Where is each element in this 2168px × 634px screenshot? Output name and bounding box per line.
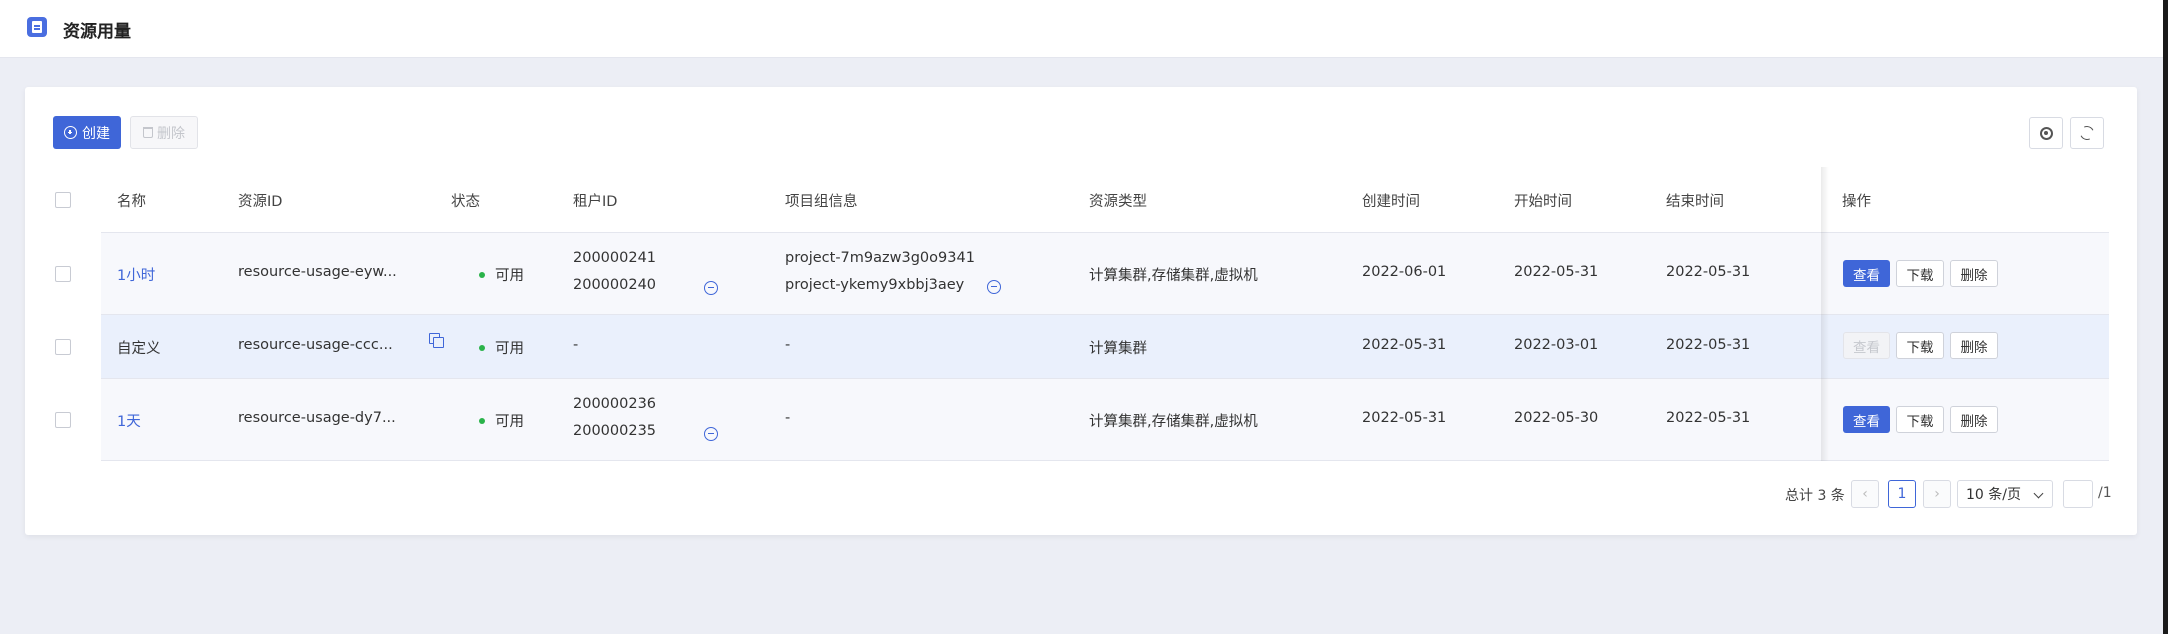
project-info: -	[785, 337, 791, 353]
resource-type: 计算集群,存储集群,虚拟机	[1089, 414, 1258, 430]
chevron-down-icon	[2033, 488, 2044, 499]
start-date: 2022-03-01	[1514, 337, 1599, 353]
column-header-created[interactable]: 创建时间	[1362, 190, 1420, 211]
column-header-actions: 操作	[1842, 194, 1871, 210]
download-button[interactable]: 下载	[1896, 332, 1944, 359]
resource-id: resource-usage-ccc...	[238, 337, 393, 353]
column-header-start[interactable]: 开始时间	[1514, 190, 1572, 211]
tenant-id: 200000240	[573, 277, 657, 293]
column-header-tenant-id[interactable]: 租户ID	[573, 190, 617, 211]
total-count: 总计 3 条	[1785, 488, 1845, 504]
status-text: 可用	[495, 414, 524, 430]
row-checkbox[interactable]	[55, 266, 71, 282]
page-jump-input[interactable]	[2063, 480, 2093, 508]
resource-name: 自定义	[117, 341, 161, 357]
download-button[interactable]: 下载	[1896, 260, 1944, 287]
next-page-button[interactable]: ›	[1923, 480, 1951, 508]
page-size-value: 10 条/页	[1966, 487, 2021, 503]
resource-id: resource-usage-dy7...	[238, 410, 396, 426]
delete-row-button[interactable]: 删除	[1950, 260, 1998, 287]
settings-button[interactable]	[2029, 117, 2063, 149]
table-row: 自定义 resource-usage-ccc... 可用 - - 计算集群 20…	[55, 315, 2109, 379]
status-dot-icon	[479, 272, 485, 278]
tenant-id: 200000235	[573, 423, 657, 439]
tenant-id: 200000236	[573, 396, 657, 412]
status-dot-icon	[479, 345, 485, 351]
status-badge: 可用	[479, 337, 524, 358]
created-date: 2022-06-01	[1362, 264, 1447, 280]
project-info: project-ykemy9xbbj3aey	[785, 277, 965, 293]
tenant-id: -	[573, 337, 579, 353]
status-dot-icon	[479, 418, 485, 424]
copy-icon[interactable]	[429, 333, 444, 348]
page-count: /1	[2098, 485, 2112, 501]
column-header-status[interactable]: 状态	[451, 190, 480, 211]
refresh-icon	[2078, 124, 2096, 142]
collapse-icon[interactable]	[704, 281, 718, 295]
page-title: 资源用量	[63, 22, 131, 42]
status-text: 可用	[495, 341, 524, 357]
delete-row-button[interactable]: 删除	[1950, 332, 1998, 359]
project-info: project-7m9azw3g0o9341	[785, 250, 975, 266]
window-edge	[2163, 0, 2168, 634]
created-date: 2022-05-31	[1362, 410, 1447, 426]
column-header-end[interactable]: 结束时间	[1666, 190, 1724, 211]
resource-name-link[interactable]: 1天	[117, 410, 141, 431]
tenant-id: 200000241	[573, 250, 657, 266]
resource-id: resource-usage-eyw...	[238, 264, 397, 280]
trash-icon	[143, 127, 153, 138]
status-badge: 可用	[479, 410, 524, 431]
view-button: 查看	[1843, 332, 1890, 359]
view-button[interactable]: 查看	[1843, 260, 1890, 287]
resource-type: 计算集群	[1089, 341, 1147, 357]
end-date: 2022-05-31	[1666, 337, 1751, 353]
download-button[interactable]: 下载	[1896, 406, 1944, 433]
end-date: 2022-05-31	[1666, 264, 1751, 280]
collapse-icon[interactable]	[704, 427, 718, 441]
view-button[interactable]: 查看	[1843, 406, 1890, 433]
start-date: 2022-05-30	[1514, 410, 1599, 426]
row-checkbox[interactable]	[55, 339, 71, 355]
table-header: 名称 资源ID 状态 租户ID 项目组信息 资源类型 创建时间 开始时间 结束时…	[55, 167, 2109, 233]
prev-page-button[interactable]: ‹	[1851, 480, 1879, 508]
plus-circle-icon	[64, 126, 77, 139]
column-header-name[interactable]: 名称	[117, 190, 146, 211]
row-checkbox[interactable]	[55, 412, 71, 428]
create-button[interactable]: 创建	[53, 116, 121, 149]
project-info: -	[785, 410, 791, 426]
document-icon	[27, 17, 47, 37]
page-size-select[interactable]: 10 条/页	[1957, 480, 2053, 508]
resource-usage-panel: 创建 删除 名称 资源ID 状态 租户ID 项目组信息 资源类型 创建时间 开始…	[25, 87, 2137, 535]
start-date: 2022-05-31	[1514, 264, 1599, 280]
collapse-icon[interactable]	[987, 280, 1001, 294]
resource-name-link[interactable]: 1小时	[117, 264, 155, 285]
top-bar: 资源用量	[0, 0, 2168, 58]
status-text: 可用	[495, 268, 524, 284]
created-date: 2022-05-31	[1362, 337, 1447, 353]
gear-icon	[2039, 126, 2053, 140]
table-row: 1小时 resource-usage-eyw... 可用 200000241 2…	[55, 233, 2109, 315]
page-number-current[interactable]: 1	[1888, 480, 1916, 508]
delete-button[interactable]: 删除	[130, 116, 198, 149]
column-header-resource-id[interactable]: 资源ID	[238, 190, 282, 211]
end-date: 2022-05-31	[1666, 410, 1751, 426]
resource-type: 计算集群,存储集群,虚拟机	[1089, 268, 1258, 284]
column-header-resource-type[interactable]: 资源类型	[1089, 190, 1147, 211]
column-header-project-info[interactable]: 项目组信息	[785, 190, 858, 211]
fixed-column-shadow	[1821, 167, 1829, 461]
select-all-checkbox[interactable]	[55, 192, 71, 208]
table-row: 1天 resource-usage-dy7... 可用 200000236 20…	[55, 379, 2109, 461]
refresh-button[interactable]	[2070, 117, 2104, 149]
status-badge: 可用	[479, 264, 524, 285]
delete-row-button[interactable]: 删除	[1950, 406, 1998, 433]
delete-button-label: 删除	[157, 125, 185, 142]
create-button-label: 创建	[82, 125, 110, 142]
